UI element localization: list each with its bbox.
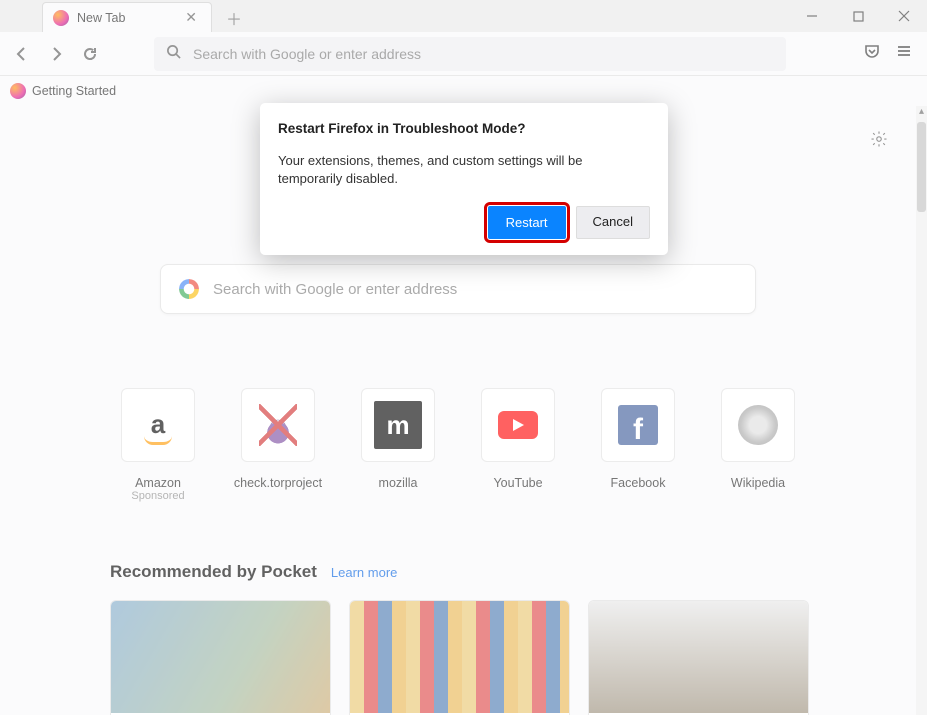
cancel-button[interactable]: Cancel (576, 206, 650, 239)
modal-title: Restart Firefox in Troubleshoot Mode? (278, 121, 650, 136)
troubleshoot-modal: Restart Firefox in Troubleshoot Mode? Yo… (260, 103, 668, 255)
modal-body: Your extensions, themes, and custom sett… (278, 152, 650, 188)
restart-button[interactable]: Restart (488, 206, 566, 239)
